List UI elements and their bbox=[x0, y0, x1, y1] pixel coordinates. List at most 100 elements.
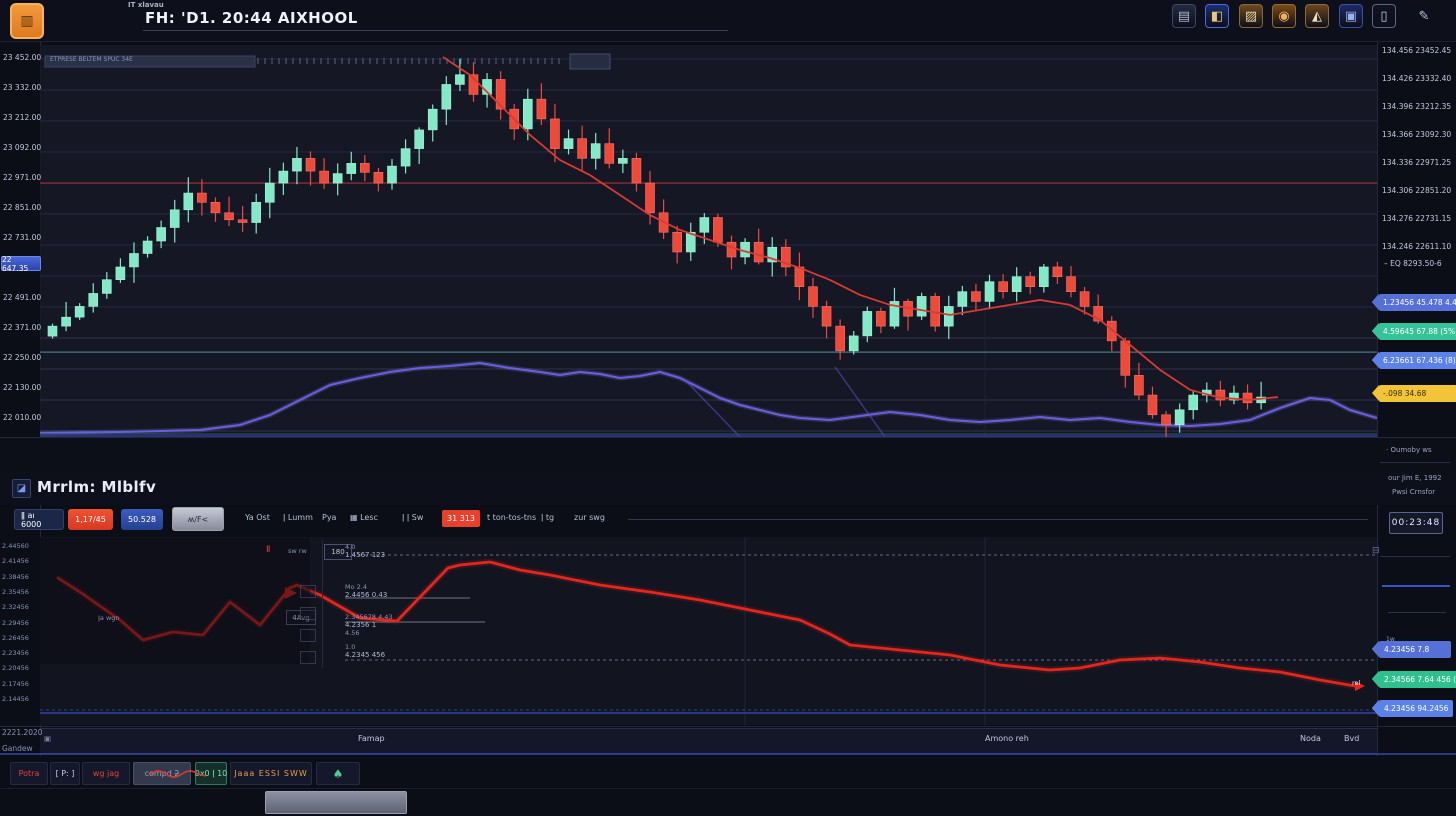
header-bar: ▥ IT xlavau FH: 'D1. 20:44 AIXHOOL ▤ ◧ ▨ ◉ ◭… bbox=[0, 0, 1456, 42]
price-tag-arrow bbox=[1372, 294, 1379, 310]
panel-button-1[interactable]: ǁ aı 6000 bbox=[14, 509, 64, 530]
lower-left-scale-label: 2.23456 bbox=[2, 649, 29, 657]
left-axis-label: 22 851.00 bbox=[3, 203, 41, 212]
barcode-glyph: ▥ bbox=[20, 13, 33, 29]
sidebar-blue-line bbox=[1382, 585, 1450, 587]
price-tag-arrow bbox=[1372, 385, 1379, 401]
lower-left-scale-label: 2.35456 bbox=[2, 588, 29, 596]
menu-item[interactable]: Pya bbox=[322, 513, 336, 522]
right-axis-label: 134.276 22731.15 bbox=[1382, 214, 1451, 223]
indicator-panel-title: Mrrlm: Mlblfv bbox=[37, 478, 156, 496]
left-axis-label: 22 971.00 bbox=[3, 173, 41, 182]
line-end-label: rel bbox=[1352, 679, 1360, 687]
left-axis-label: 22 491.00 bbox=[3, 293, 41, 302]
panel-button-3[interactable]: 50.528 bbox=[121, 509, 163, 530]
left-axis-label: 22 731.00 bbox=[3, 233, 41, 242]
book-outline-icon[interactable]: ▯ bbox=[1372, 4, 1396, 28]
marker-note: sw rw bbox=[288, 547, 307, 555]
fire-alert-icon[interactable]: ◉ bbox=[1272, 4, 1296, 28]
export-bronze-icon[interactable]: ◭ bbox=[1305, 4, 1329, 28]
toolbar-button-2[interactable]: [ P: ] bbox=[50, 762, 80, 785]
tag-arrow bbox=[1372, 671, 1379, 687]
panel-bottom-border bbox=[0, 726, 1456, 727]
lower-left-scale-label: 2.38456 bbox=[2, 573, 29, 581]
app-logo-icon[interactable]: ▥ bbox=[10, 3, 44, 39]
level-small-label: 2.345678 4.43 bbox=[345, 613, 393, 621]
ruler-label: ETPRESE BELTEM SPUC 34E bbox=[50, 56, 133, 63]
left-axis-label: 22 371.00 bbox=[3, 323, 41, 332]
level-small-label: 4.0 bbox=[345, 543, 385, 551]
overlay-note: ǀa wgn bbox=[98, 614, 120, 622]
legend-divider bbox=[322, 540, 323, 668]
level-label-group: 2.345678 4.434.2356 14.56 bbox=[345, 613, 393, 637]
equity-note: – EQ 8293.50-6 bbox=[1384, 259, 1442, 268]
time-axis-label: Bvd bbox=[1344, 734, 1359, 743]
axis-corner-bottom: Gandew bbox=[2, 744, 33, 753]
lower-left-scale-label: 2.14456 bbox=[2, 695, 29, 703]
header-overtitle: IT xlavau bbox=[128, 1, 164, 9]
right-axis-label: 134.306 22851.20 bbox=[1382, 186, 1451, 195]
menu-item[interactable]: ǀ Lumm bbox=[283, 513, 313, 522]
indicator-price-tag: 4.23456 94.2456 bbox=[1379, 700, 1453, 717]
level-value-label: 1.4567 123 bbox=[345, 551, 385, 559]
lower-left-scale-label: 2.17456 bbox=[2, 680, 29, 688]
menu-item[interactable]: t ton-tos-tns bbox=[487, 513, 536, 522]
current-price-marker-left: 22 647.35 bbox=[1, 256, 41, 271]
symbol-timeframe-title: FH: 'D1. 20:44 AIXHOOL bbox=[145, 9, 358, 27]
workspace-panel-icon[interactable]: ▤ bbox=[1172, 4, 1196, 28]
candle-bullish bbox=[917, 293, 926, 320]
axis-calendar-icon[interactable]: ▣ bbox=[44, 734, 51, 743]
status-progress-box[interactable] bbox=[265, 791, 407, 814]
panel-button-2[interactable]: 1,17/45 bbox=[68, 509, 113, 530]
level-label-group: 4.01.4567 123 bbox=[345, 543, 385, 559]
indicator-price-tag: 2.34566 7.64 456 (3%) bbox=[1379, 671, 1456, 688]
countdown-timer[interactable]: 00:23:48 bbox=[1389, 512, 1443, 534]
collapse-icon[interactable]: ⊟ bbox=[1372, 546, 1380, 556]
lower-left-scale-label: 2.29456 bbox=[2, 619, 29, 627]
candlestick-chart[interactable] bbox=[40, 45, 1377, 437]
panel-button-4[interactable]: ʍ/F< bbox=[172, 507, 224, 531]
sidebar-divider-2 bbox=[1380, 556, 1450, 557]
menu-item[interactable]: ▦ Lesc bbox=[350, 513, 378, 522]
right-axis-label: 134.336 22971.25 bbox=[1382, 158, 1451, 167]
status-bar: S/Omber: ride▣ Bucsǀ Wsheves .▣ Browses … bbox=[0, 788, 1456, 816]
indicator-icon-glyph: ◪ bbox=[17, 483, 26, 494]
menu-item[interactable]: ǀ ǀ Sw bbox=[402, 513, 423, 522]
toolbar-button-7[interactable]: ♠ bbox=[316, 762, 360, 785]
left-axis-label: 22 250.00 bbox=[3, 353, 41, 362]
menu-item[interactable]: ǀ tg bbox=[541, 513, 554, 522]
price-tag-arrow bbox=[1372, 352, 1379, 368]
menu-item[interactable]: Ya Ost bbox=[245, 513, 270, 522]
level-small-label: Mo 2.4 bbox=[345, 583, 387, 591]
left-axis-label: 23 332.00 bbox=[3, 83, 41, 92]
toolbar-button-1[interactable]: Potra bbox=[10, 762, 48, 785]
right-axis-label: 134.366 23092.30 bbox=[1382, 130, 1451, 139]
ruler-handle bbox=[570, 54, 610, 69]
toolbar-button-6[interactable]: Jaaa ESSI SWW bbox=[230, 762, 312, 785]
save-blue-icon[interactable]: ▣ bbox=[1339, 4, 1363, 28]
alert-count-badge: 31 313 bbox=[442, 510, 480, 527]
signature-pen-icon[interactable]: ✎ bbox=[1412, 4, 1436, 28]
menu-item[interactable]: zur swg bbox=[574, 513, 605, 522]
lower-left-scale-label: 2.32456 bbox=[2, 603, 29, 611]
legend-swatch-box bbox=[300, 607, 316, 620]
tools-gold-icon[interactable]: ▨ bbox=[1239, 4, 1263, 28]
indicator-icon[interactable]: ◪ bbox=[12, 479, 31, 498]
time-axis-bar[interactable] bbox=[40, 728, 1377, 754]
lower-left-scale-label: 2.26456 bbox=[2, 634, 29, 642]
sidebar-line1: our Jim E, 1992 bbox=[1388, 474, 1442, 482]
right-axis-label: 134.456 23452.45 bbox=[1382, 46, 1451, 55]
left-axis-label: 23 092.00 bbox=[3, 143, 41, 152]
sidebar-line2: Pwsi Crnsfor bbox=[1392, 488, 1435, 496]
chart-background bbox=[40, 45, 1377, 437]
right-axis-label: 134.426 23332.40 bbox=[1382, 74, 1451, 83]
time-axis-label: Famap bbox=[358, 734, 385, 743]
toolbar-button-3[interactable]: wg jag bbox=[82, 762, 130, 785]
lower-left-scale-label: 2.41456 bbox=[2, 557, 29, 565]
plot-shadow-overlay bbox=[40, 538, 310, 664]
level-label-group: 1.04.2345 456 bbox=[345, 643, 385, 659]
price-tag: 4.59645 67.88 (5%) bbox=[1379, 323, 1456, 340]
price-tag: 6.23661 67.436 (8) bbox=[1379, 352, 1456, 369]
chart-window-icon[interactable]: ◧ bbox=[1205, 4, 1229, 28]
level-label-group: Mo 2.42.4456 0.43 bbox=[345, 583, 387, 599]
